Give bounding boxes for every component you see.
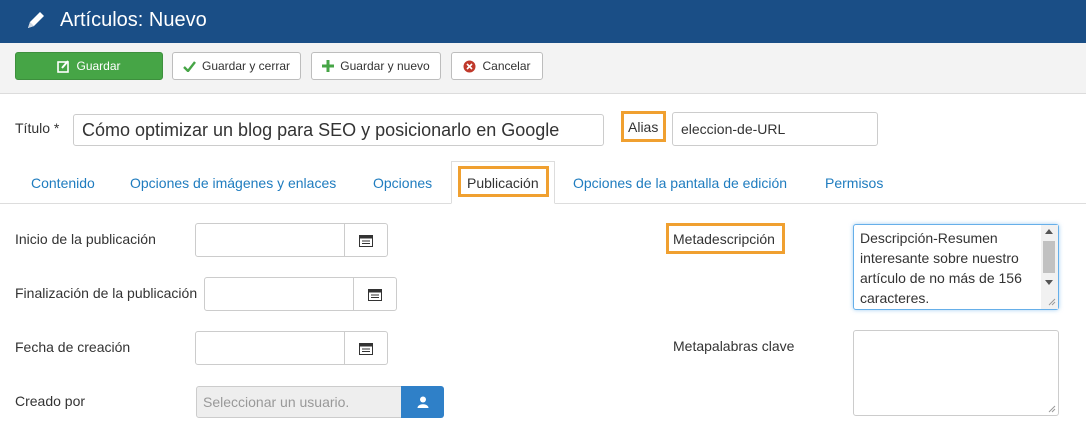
save-and-new-button[interactable]: Guardar y nuevo (311, 52, 441, 80)
edit-icon (57, 59, 70, 73)
finish-publishing-input[interactable] (204, 277, 397, 311)
finish-publishing-label: Finalización de la publicación (15, 285, 198, 301)
meta-keywords-textarea[interactable] (853, 330, 1059, 416)
calendar-button[interactable] (353, 278, 396, 310)
cancel-label: Cancelar (482, 59, 531, 73)
alias-label: Alias (628, 119, 659, 135)
scroll-down-icon[interactable] (1045, 280, 1053, 286)
page-title: Artículos: Nuevo (60, 9, 207, 31)
meta-description-label: Metadescripción (673, 231, 775, 247)
calendar-button[interactable] (344, 332, 387, 364)
calendar-icon (368, 288, 382, 301)
save-button[interactable]: Guardar (15, 52, 163, 80)
save-and-close-button[interactable]: Guardar y cerrar (172, 52, 301, 80)
created-date-input[interactable] (195, 331, 388, 365)
tab-publicacion[interactable]: Publicación (467, 175, 539, 191)
header-bar: Artículos: Nuevo (0, 0, 1086, 43)
user-icon (417, 396, 428, 408)
resize-grip-icon[interactable] (1048, 298, 1056, 306)
calendar-icon (359, 342, 373, 355)
save-label: Guardar (76, 59, 121, 73)
pencil-icon (28, 12, 44, 28)
title-label: Título * (15, 120, 60, 136)
calendar-button[interactable] (344, 224, 387, 256)
calendar-icon (359, 234, 373, 247)
save-and-close-label: Guardar y cerrar (201, 59, 291, 73)
tab-opciones[interactable]: Opciones (373, 175, 432, 191)
meta-keywords-label: Metapalabras clave (673, 338, 795, 354)
start-publishing-input[interactable] (195, 223, 388, 257)
tab-contenido[interactable]: Contenido (31, 175, 95, 191)
plus-icon (322, 60, 335, 72)
scrollbar-thumb[interactable] (1043, 241, 1055, 273)
scroll-up-icon[interactable] (1045, 228, 1053, 234)
alias-input[interactable]: eleccion-de-URL (672, 112, 878, 146)
created-date-label: Fecha de creación (15, 339, 131, 355)
user-select-input[interactable]: Seleccionar un usuario. (196, 386, 402, 418)
tab-imagenes-enlaces[interactable]: Opciones de imágenes y enlaces (130, 175, 336, 191)
cancel-icon (463, 60, 476, 73)
tab-permisos[interactable]: Permisos (825, 175, 883, 191)
save-and-new-label: Guardar y nuevo (340, 59, 430, 73)
created-by-label: Creado por (15, 393, 86, 409)
select-user-button[interactable] (401, 386, 444, 418)
cancel-button[interactable]: Cancelar (451, 52, 543, 80)
meta-description-textarea[interactable]: Descripción-Resumen interesante sobre nu… (853, 224, 1059, 310)
tab-pantalla-edicion[interactable]: Opciones de la pantalla de edición (573, 175, 787, 191)
check-icon (183, 60, 196, 72)
toolbar: Guardar Guardar y cerrar Guardar y nuevo… (0, 43, 1086, 94)
start-publishing-label: Inicio de la publicación (15, 231, 156, 247)
resize-grip-icon[interactable] (1048, 405, 1056, 413)
title-input[interactable]: Cómo optimizar un blog para SEO y posici… (73, 114, 604, 146)
